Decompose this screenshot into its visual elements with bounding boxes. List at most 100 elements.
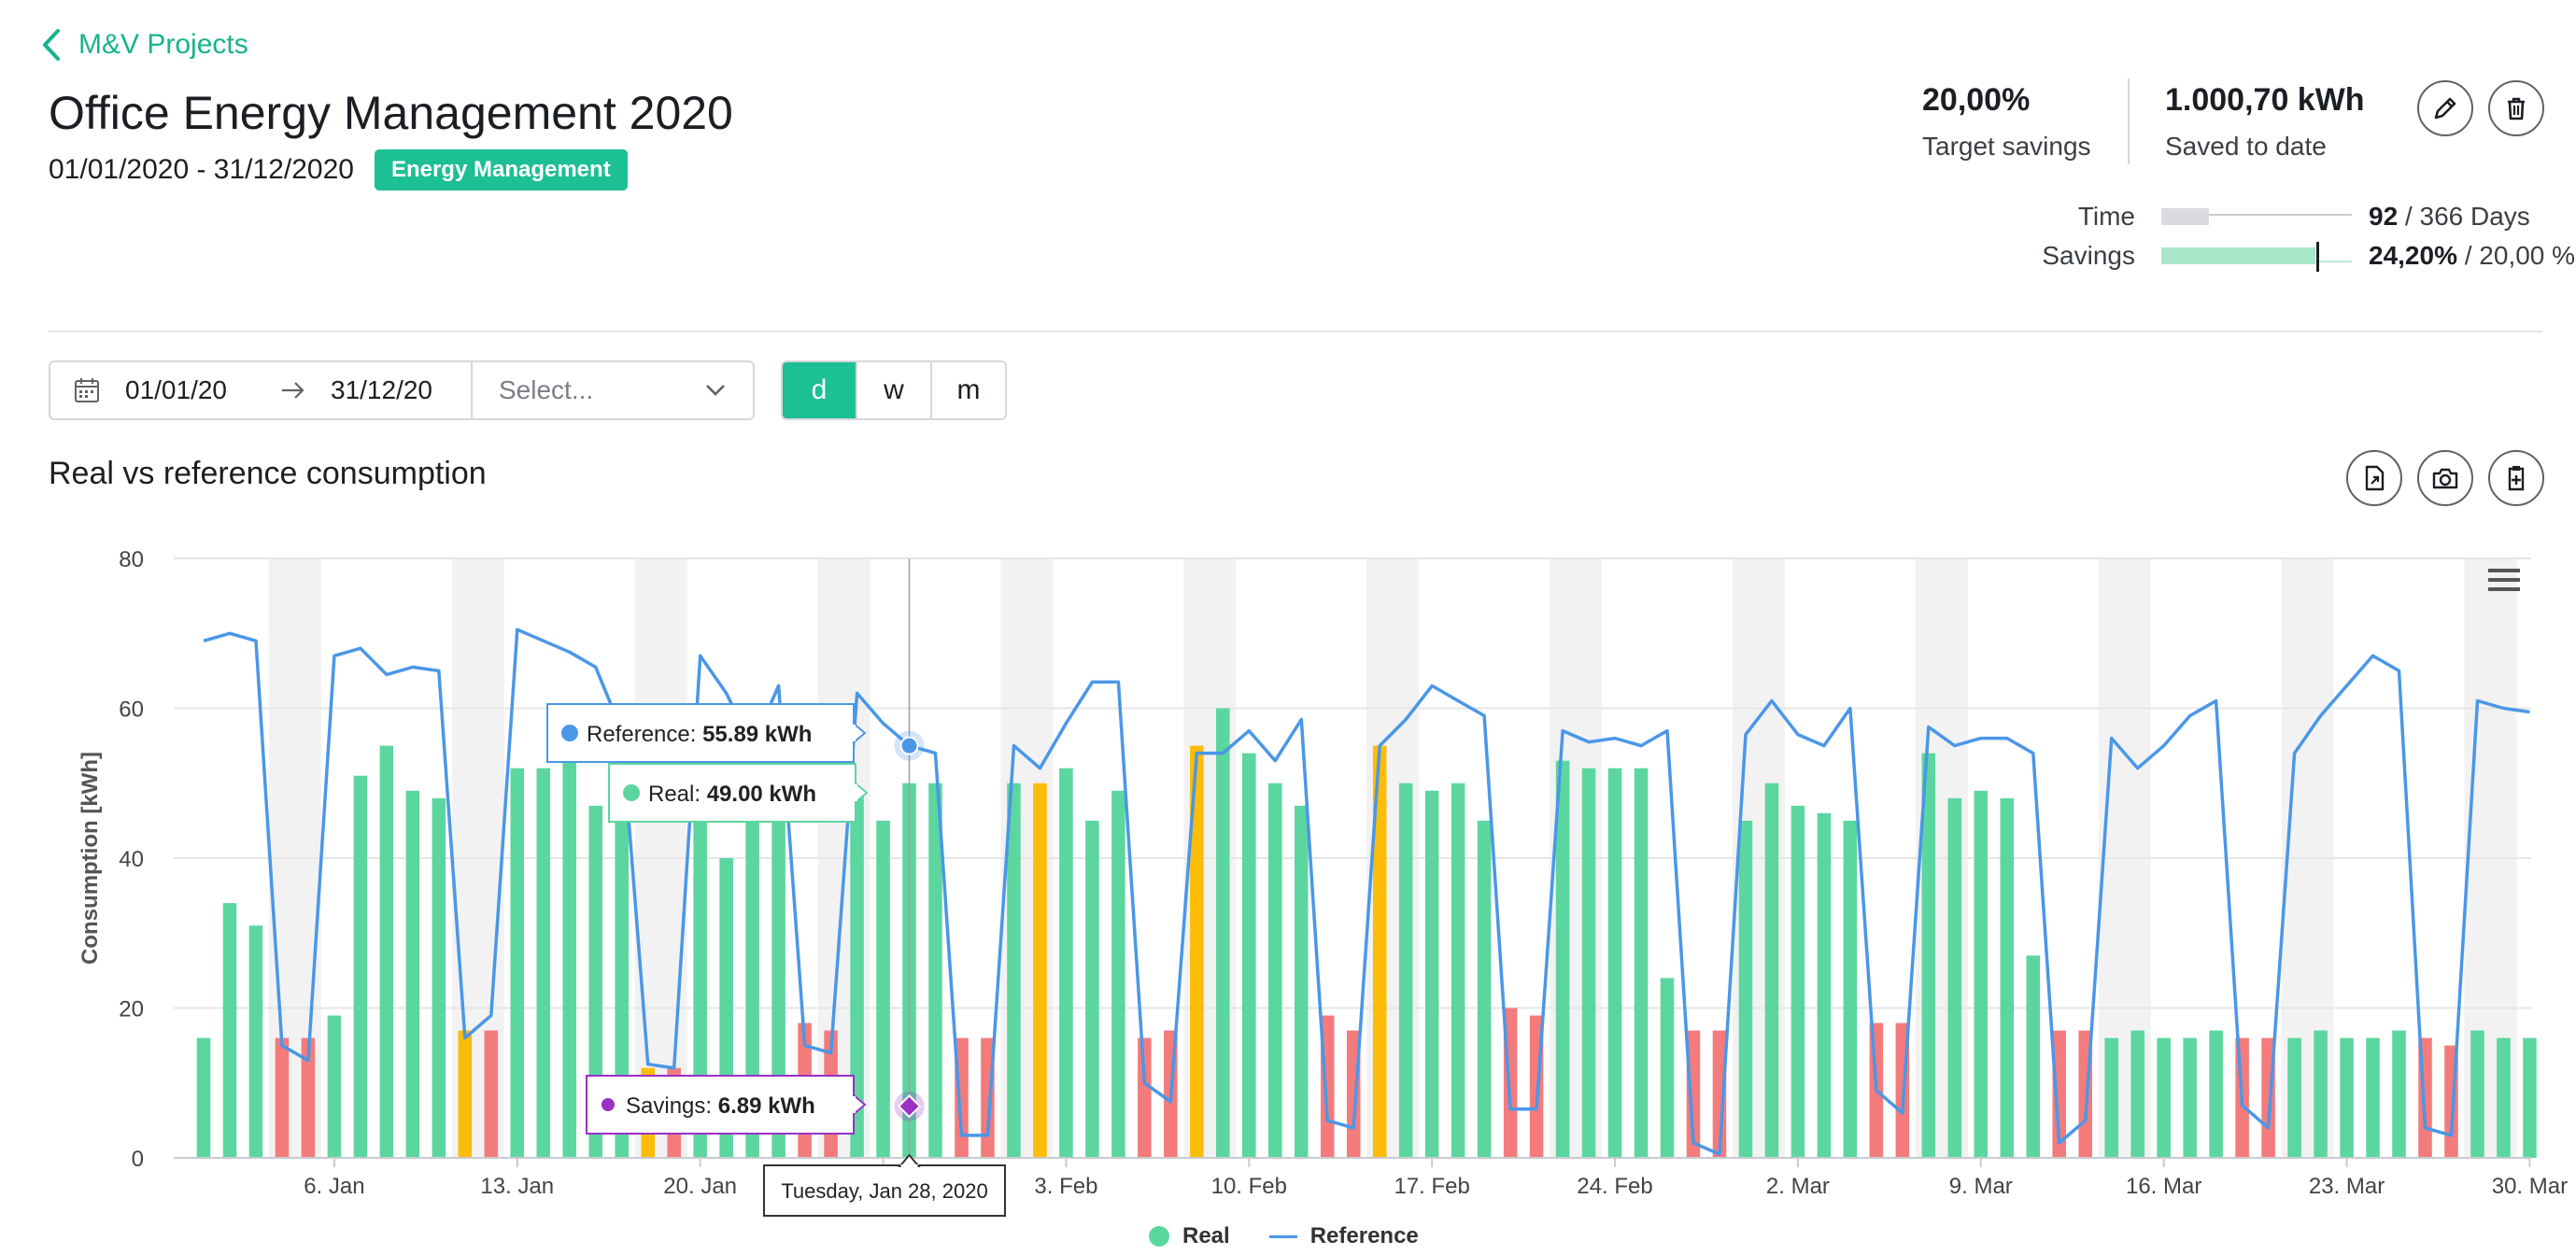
real-bar [405, 790, 420, 1158]
real-bar [2130, 1030, 2144, 1158]
time-progress-value: 92 / 366 Days [2369, 202, 2530, 232]
real-bar [1242, 753, 1256, 1158]
real-tooltip-marker [623, 784, 640, 801]
real-bar [248, 925, 263, 1158]
real-bar [1033, 783, 1047, 1158]
trash-icon [2508, 97, 2525, 120]
real-bar [353, 775, 368, 1158]
savings-tooltip-text: Savings: 6.89 kWh [626, 1093, 815, 1119]
kpi-saved-to-date: 1.000,70 kWh Saved to date [2165, 82, 2365, 162]
reference-tooltip: Reference: 55.89 kWh [546, 703, 867, 763]
date-to-input[interactable] [331, 375, 471, 405]
real-bar [2287, 1037, 2301, 1158]
kpi-target-savings: 20,00% Target savings [1922, 82, 2091, 162]
real-bar [2314, 1030, 2328, 1158]
legend-item-real[interactable]: Real [1149, 1223, 1230, 1249]
real-bar [510, 768, 525, 1158]
x-tick-label: 2. Mar [1766, 1174, 1830, 1199]
kpi-saved-to-date-label: Saved to date [2165, 132, 2327, 161]
date-range-text: 01/01/2020 - 31/12/2020 [49, 154, 354, 185]
date-tooltip-text: Tuesday, Jan 28, 2020 [781, 1179, 987, 1203]
savings-progress-target: / 20,00 % [2456, 241, 2576, 270]
savings-progress-label: Savings [2042, 241, 2135, 270]
real-bar [1294, 805, 1309, 1158]
real-bar [2470, 1030, 2484, 1158]
real-bar [1451, 783, 1465, 1158]
camera-icon [2432, 468, 2458, 489]
granularity-day-button[interactable]: d [783, 362, 856, 418]
savings-progress-current: 24,20% [2369, 241, 2457, 270]
back-link-label: M&V Projects [78, 29, 248, 60]
chevron-down-icon [706, 385, 725, 396]
x-tick-label: 10. Feb [1211, 1174, 1287, 1199]
x-tick-label: 6. Jan [304, 1174, 364, 1199]
real-bar [1059, 768, 1073, 1158]
filter-select[interactable]: Select... [471, 362, 753, 418]
real-bar [458, 1030, 473, 1158]
copy-to-clipboard-button[interactable] [2488, 450, 2544, 506]
real-bar [2157, 1037, 2171, 1158]
real-bar [432, 797, 446, 1158]
time-progress-current: 92 [2369, 202, 2399, 231]
real-bar [1581, 768, 1596, 1158]
clipboard-plus-icon [2508, 466, 2525, 491]
back-to-projects-link[interactable]: M&V Projects [41, 28, 248, 62]
legend-real-label: Real [1182, 1223, 1230, 1248]
chart-title: Real vs reference consumption [49, 456, 487, 491]
reference-tooltip-text: Reference: 55.89 kWh [587, 722, 812, 747]
real-bar [2209, 1030, 2223, 1158]
edit-button[interactable] [2417, 80, 2473, 136]
y-tick-label: 80 [119, 547, 144, 572]
x-tick-label: 16. Mar [2126, 1174, 2201, 1199]
kpi-divider [2128, 78, 2130, 164]
real-bar [1843, 820, 1858, 1158]
time-progress-row: Time 92 / 366 Days [1948, 202, 2530, 232]
real-bar [196, 1037, 211, 1158]
savings-tooltip-value: 6.89 kWh [718, 1093, 815, 1119]
hamburger-menu-icon[interactable] [2488, 569, 2520, 591]
date-tooltip: Tuesday, Jan 28, 2020 [763, 1153, 1006, 1217]
date-range-picker[interactable]: Select... [49, 360, 755, 420]
granularity-week-button[interactable]: w [856, 362, 930, 418]
pencil-icon [2434, 97, 2456, 120]
date-from-input[interactable] [125, 375, 256, 405]
savings-progress-bar [2161, 242, 2352, 272]
legend-reference-swatch [1268, 1234, 1297, 1238]
real-bar [1660, 978, 1675, 1158]
real-bar [562, 760, 577, 1158]
x-tick-label: 9. Mar [1949, 1174, 2013, 1199]
real-bar [1138, 1037, 1152, 1158]
y-axis-label: Consumption [kWh] [78, 752, 103, 965]
kpi-target-savings-value: 20,00% [1922, 82, 2031, 118]
legend-item-reference[interactable]: Reference [1268, 1223, 1419, 1249]
legend-real-swatch [1149, 1226, 1169, 1247]
screenshot-button[interactable] [2417, 450, 2473, 506]
x-tick-label: 13. Jan [480, 1174, 554, 1199]
granularity-month-button[interactable]: m [930, 362, 1005, 418]
reference-hover-point [899, 736, 919, 755]
real-bar [2340, 1037, 2354, 1158]
savings-tooltip: Savings: 6.89 kWh [586, 1075, 867, 1135]
chevron-left-icon [43, 29, 60, 61]
time-progress-label: Time [2077, 202, 2135, 231]
real-bar [2026, 955, 2041, 1158]
real-bar [1085, 820, 1099, 1158]
real-bar [1267, 783, 1282, 1158]
real-bar [2104, 1037, 2118, 1158]
filter-select-placeholder: Select... [499, 375, 594, 404]
real-bar [1477, 820, 1492, 1158]
real-bar [1738, 820, 1753, 1158]
real-tooltip-pointer-mask [854, 784, 857, 801]
x-tick-label: 23. Mar [2309, 1174, 2385, 1199]
kpi-target-savings-label: Target savings [1922, 132, 2091, 161]
granularity-toggle[interactable]: d w m [781, 360, 1007, 420]
export-file-button[interactable] [2346, 450, 2402, 506]
x-tick-label: 30. Mar [2492, 1174, 2568, 1199]
page-title: Office Energy Management 2020 [49, 87, 733, 139]
delete-button[interactable] [2488, 80, 2544, 136]
real-bar [2000, 797, 2015, 1158]
real-bar [1790, 805, 1805, 1158]
real-bar [1817, 812, 1832, 1158]
reference-tooltip-value: 55.89 kWh [702, 722, 812, 747]
consumption-chart[interactable]: 0 20 40 60 80 Consumption [kWh] 6. Jan 13. Jan 2… [0, 504, 2576, 1223]
